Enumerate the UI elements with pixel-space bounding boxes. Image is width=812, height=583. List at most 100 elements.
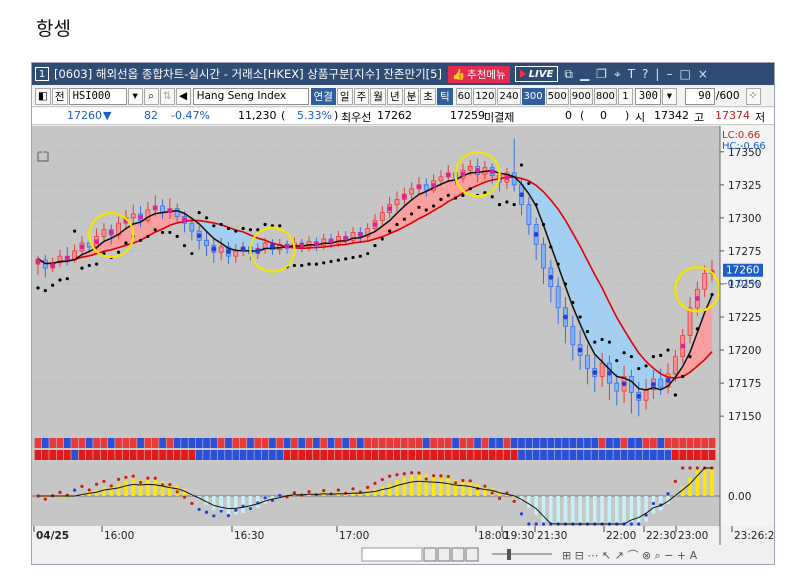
tick-120-button[interactable]: 120 bbox=[473, 87, 497, 105]
osc-dot bbox=[453, 481, 458, 485]
stop-dot bbox=[358, 254, 362, 258]
signal-bar-bottom bbox=[635, 450, 643, 460]
tick-300-button[interactable]: 300 bbox=[521, 87, 545, 105]
signal-dot bbox=[35, 259, 41, 264]
close-icon[interactable]: × bbox=[698, 67, 708, 82]
period-month-button[interactable]: 월 bbox=[370, 87, 386, 105]
restore-icon[interactable]: ❐ bbox=[596, 67, 607, 82]
price-chart[interactable]: 0.00 17350173251730017275172501722517200… bbox=[32, 126, 774, 566]
symbol-code-input[interactable]: HSI000 bbox=[68, 87, 127, 105]
osc-dot bbox=[446, 474, 450, 479]
search-icon[interactable]: ⌕ bbox=[143, 87, 159, 105]
stop-dot bbox=[578, 315, 582, 319]
rewind-icon[interactable] bbox=[437, 547, 451, 562]
low-label: 저 bbox=[755, 111, 766, 124]
forward-icon[interactable] bbox=[465, 547, 479, 562]
signal-bar-bottom bbox=[701, 450, 709, 460]
live-button[interactable]: LIVE bbox=[514, 66, 559, 82]
link-window-icon[interactable]: ⧉ bbox=[564, 67, 573, 82]
settings-icon[interactable]: ⁘ bbox=[745, 87, 761, 105]
window-minimize-icon[interactable]: – bbox=[666, 67, 672, 82]
tick-800-button[interactable]: 800 bbox=[593, 87, 617, 105]
chart-area[interactable]: 0.00 17350 17325 17300 17275 17250 17225 17200… bbox=[32, 126, 774, 566]
period-day-button[interactable]: 일 bbox=[336, 87, 353, 105]
osc-dot bbox=[197, 507, 201, 512]
osc-bar bbox=[153, 479, 158, 496]
signal-bar-bottom bbox=[466, 450, 474, 460]
stop-dot bbox=[175, 234, 179, 238]
count-input[interactable]: 90 bbox=[684, 87, 715, 105]
signal-bar-top bbox=[239, 438, 247, 448]
candle-body bbox=[218, 246, 224, 253]
signal-dot bbox=[563, 314, 568, 320]
osc-bar bbox=[373, 489, 377, 496]
stop-dot bbox=[263, 222, 267, 227]
stop-dot bbox=[226, 226, 231, 231]
compare-icon[interactable]: ⇅ bbox=[159, 87, 175, 105]
osc-dot bbox=[124, 475, 128, 479]
stop-dot bbox=[212, 224, 216, 228]
signal-bar-top bbox=[408, 438, 415, 448]
signal-bar-top bbox=[115, 438, 122, 448]
signal-bar-bottom bbox=[63, 450, 71, 460]
tick-value-input[interactable]: 300 bbox=[634, 87, 661, 105]
stop-dot bbox=[644, 364, 648, 368]
period-tick-button[interactable]: 틱 bbox=[436, 87, 453, 105]
chevron-down-icon[interactable]: ▾ bbox=[127, 87, 143, 105]
stop-icon[interactable] bbox=[451, 547, 465, 562]
period-year-button[interactable]: 년 bbox=[386, 87, 403, 105]
chart-tools-icons[interactable]: ⊞ ⊟ ⋯ ↖ ↗ ⌒ ⊗ ⌕ − + A bbox=[562, 549, 698, 562]
tick-60-button[interactable]: 60 bbox=[455, 87, 473, 105]
signal-dot bbox=[401, 194, 407, 200]
tick-240-button[interactable]: 240 bbox=[497, 87, 521, 105]
signal-dot bbox=[328, 238, 334, 244]
signal-bar-bottom bbox=[283, 450, 291, 460]
layout-icon[interactable]: ◧ bbox=[35, 87, 51, 105]
candle-body bbox=[233, 250, 239, 257]
play-icon[interactable] bbox=[423, 547, 437, 562]
signal-bar-top bbox=[291, 438, 298, 448]
osc-dot bbox=[351, 487, 355, 491]
signal-bar-top bbox=[203, 438, 210, 448]
help-icon[interactable]: ? bbox=[642, 67, 648, 82]
signal-bar-top bbox=[269, 438, 276, 448]
count-total: /600 bbox=[715, 90, 740, 102]
sound-icon[interactable]: ◀ bbox=[175, 87, 191, 105]
osc-bar bbox=[102, 487, 106, 496]
period-week-button[interactable]: 주 bbox=[353, 87, 370, 105]
stop-dot bbox=[65, 277, 69, 281]
osc-dot bbox=[116, 477, 121, 481]
signal-bar-top bbox=[283, 438, 291, 448]
tick-900-button[interactable]: 900 bbox=[569, 87, 593, 105]
recommend-menu-button[interactable]: 👍 추천메뉴 bbox=[447, 65, 510, 83]
period-minute-button[interactable]: 분 bbox=[403, 87, 420, 105]
text-size-icon[interactable]: T bbox=[628, 67, 635, 82]
candle-body bbox=[101, 229, 107, 237]
zoom-slider-handle[interactable] bbox=[507, 549, 511, 560]
time-label: 23:26:2 bbox=[734, 530, 774, 542]
jeon-button[interactable]: 전 bbox=[51, 87, 68, 105]
minimize-icon[interactable]: ▁ bbox=[580, 67, 589, 82]
osc-bar bbox=[541, 496, 546, 524]
window-maximize-icon[interactable]: □ bbox=[679, 67, 690, 82]
signal-bar-bottom bbox=[679, 450, 687, 460]
stop-dot bbox=[593, 340, 597, 344]
signal-dot bbox=[255, 248, 261, 254]
stop-dot bbox=[673, 393, 677, 397]
tick-500-button[interactable]: 500 bbox=[545, 87, 569, 105]
signal-bar-bottom bbox=[547, 450, 555, 460]
scroll-track[interactable] bbox=[361, 547, 423, 562]
pin-icon[interactable]: ⌖ bbox=[614, 67, 621, 82]
osc-dot bbox=[637, 522, 641, 526]
tick-1-button[interactable]: 1 bbox=[617, 87, 633, 105]
candle-body bbox=[570, 325, 576, 346]
window-index-badge[interactable]: 1 bbox=[35, 67, 49, 81]
signal-bar-top bbox=[481, 438, 489, 448]
tick-dropdown-icon[interactable]: ▾ bbox=[661, 87, 677, 105]
signal-bar-bottom bbox=[430, 450, 437, 460]
link-button[interactable]: 연결 bbox=[310, 87, 336, 105]
period-second-button[interactable]: 초 bbox=[420, 87, 436, 105]
open-label: 시 bbox=[635, 111, 646, 124]
signal-bar-top bbox=[107, 438, 115, 448]
signal-bar-top bbox=[129, 438, 137, 448]
